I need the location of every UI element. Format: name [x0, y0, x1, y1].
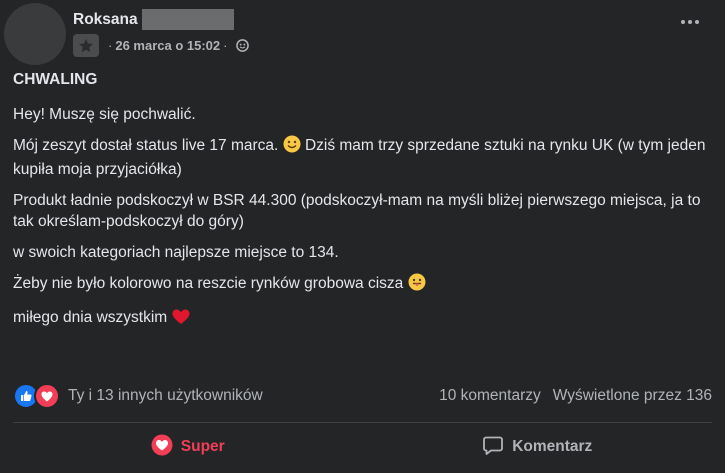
love-reaction-icon — [151, 434, 173, 461]
post-paragraph: miłego dnia wszystkim — [13, 307, 713, 331]
post-paragraph: Hey! Muszę się pochwalić. — [13, 106, 196, 123]
reactors-text[interactable]: Ty i 13 innych użytkowników — [68, 387, 263, 405]
post-title: CHWALING — [13, 71, 98, 88]
comment-icon — [482, 434, 504, 461]
super-button-label: Super — [180, 438, 225, 455]
more-options-icon[interactable] — [681, 20, 699, 24]
group-thumbnail-icon[interactable] — [73, 34, 99, 57]
post-body: CHWALING Hey! Muszę się pochwalić. Mój z… — [13, 69, 713, 341]
smile-emoji — [283, 135, 301, 159]
tongue-emoji — [408, 273, 426, 297]
reactions-bar: Ty i 13 innych użytkowników 10 komentarz… — [13, 383, 712, 409]
post-paragraph: w swoich kategoriach najlepsze miejsce t… — [13, 244, 339, 261]
post-paragraph: Mój zeszyt dostał status live 17 marca. … — [13, 135, 706, 178]
post-stats: 10 komentarzy Wyświetlone przez 136 — [439, 387, 712, 405]
red-heart-emoji — [172, 309, 190, 331]
reaction-icons — [13, 383, 60, 409]
post-paragraph: Żeby nie było kolorowo na reszcie rynków… — [13, 273, 713, 297]
post-actions: Super Komentarz — [13, 427, 712, 467]
super-reaction-button[interactable]: Super — [13, 434, 363, 461]
author-name[interactable]: Roksana — [73, 11, 138, 29]
post-paragraph: Produkt ładnie podskoczył w BSR 44.300 (… — [13, 192, 701, 230]
meta-separator: · — [108, 38, 113, 53]
views-count-link[interactable]: Wyświetlone przez 136 — [553, 387, 712, 405]
comments-count-link[interactable]: 10 komentarzy — [439, 387, 541, 405]
love-reaction-icon — [34, 383, 60, 409]
author-avatar[interactable] — [4, 3, 66, 65]
audience-icon[interactable] — [236, 39, 250, 52]
comment-button-label: Komentarz — [512, 438, 593, 455]
post-meta: · 26 marca o 15:02 · — [73, 34, 250, 57]
comment-button[interactable]: Komentarz — [363, 434, 713, 461]
author-name-row[interactable]: Roksana — [73, 9, 234, 30]
divider — [13, 422, 712, 423]
reactors-summary[interactable]: Ty i 13 innych użytkowników — [13, 383, 263, 409]
post-timestamp[interactable]: 26 marca o 15:02 — [115, 38, 220, 53]
meta-separator: · — [223, 38, 228, 53]
redacted-surname — [141, 9, 234, 30]
